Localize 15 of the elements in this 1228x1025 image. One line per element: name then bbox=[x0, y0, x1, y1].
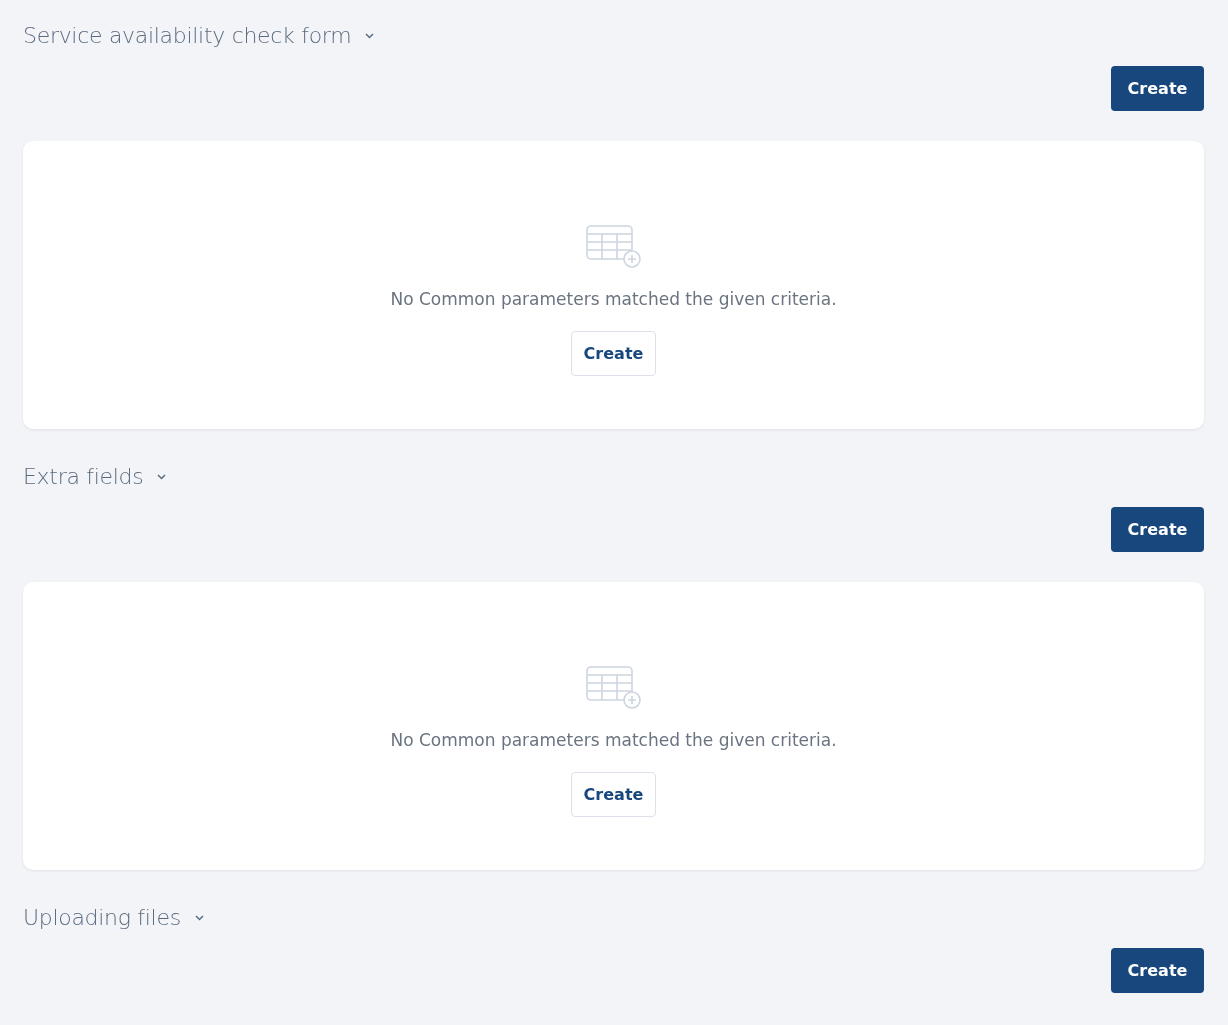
table-add-icon bbox=[585, 666, 642, 710]
create-button[interactable]: Create bbox=[1111, 66, 1204, 111]
section-title: Service availability check form bbox=[23, 22, 352, 48]
create-button[interactable]: Create bbox=[571, 331, 656, 376]
empty-state-message: No Common parameters matched the given criteria. bbox=[390, 289, 837, 309]
create-button[interactable]: Create bbox=[1111, 507, 1204, 552]
section-title: Extra fields bbox=[23, 463, 144, 489]
chevron-down-icon[interactable] bbox=[365, 33, 375, 39]
table-add-icon bbox=[585, 225, 642, 269]
chevron-down-icon[interactable] bbox=[194, 915, 204, 921]
empty-state-message: No Common parameters matched the given criteria. bbox=[390, 730, 837, 750]
section-title: Uploading files bbox=[23, 904, 181, 930]
create-button[interactable]: Create bbox=[1111, 948, 1204, 993]
create-button[interactable]: Create bbox=[571, 772, 656, 817]
chevron-down-icon[interactable] bbox=[157, 474, 167, 480]
